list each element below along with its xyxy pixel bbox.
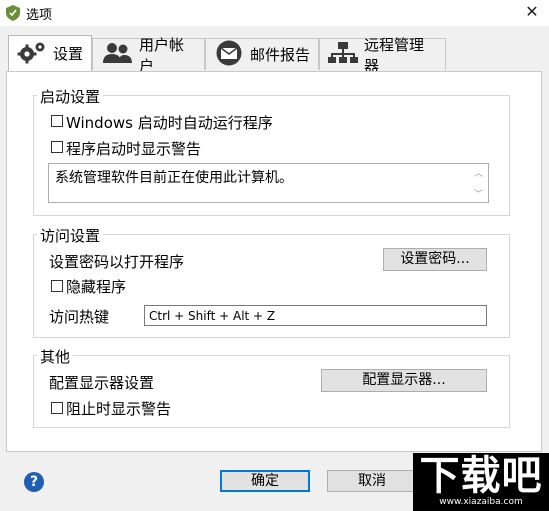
network-icon [328, 41, 358, 69]
tab-user-accounts[interactable]: 用户帐户 [92, 36, 205, 75]
tab-label: 远程管理器 [364, 35, 425, 75]
autorun-checkbox[interactable] [51, 115, 63, 127]
other-group-title: 其他 [37, 346, 74, 367]
ok-button[interactable]: 确定 [220, 470, 310, 492]
block-warning-label: 阻止时显示警告 [66, 400, 172, 418]
startup-warning-label: 程序启动时显示警告 [66, 140, 202, 158]
startup-warning-checkbox[interactable] [51, 141, 63, 153]
hotkey-label: 访问热键 [49, 308, 110, 326]
warning-message-textarea[interactable]: 系统管理软件目前正在使用此计算机。 [48, 163, 489, 203]
mail-icon [214, 40, 244, 70]
tab-remote-manager[interactable]: 远程管理器 [319, 36, 446, 75]
window-title: 选项 [26, 8, 53, 23]
watermark-logo: 下载吧 www.xiazaiba.com [413, 453, 549, 511]
tab-label: 设置 [53, 45, 84, 63]
gears-icon [17, 40, 47, 68]
users-icon [101, 42, 133, 68]
hotkey-input[interactable]: Ctrl + Shift + Alt + Z [144, 305, 487, 326]
help-icon[interactable]: ? [24, 472, 44, 492]
scroll-up-icon[interactable]: ︿ [474, 166, 483, 179]
monitor-label: 配置显示器设置 [49, 374, 155, 392]
watermark-title: 下载吧 [419, 453, 543, 499]
hide-program-label: 隐藏程序 [66, 278, 127, 296]
tab-label: 用户帐户 [139, 35, 185, 75]
cancel-button[interactable]: 取消 [327, 470, 417, 492]
tab-label: 邮件报告 [250, 46, 311, 64]
tab-mail-report[interactable]: 邮件报告 [205, 38, 319, 70]
warning-message-text: 系统管理软件目前正在使用此计算机。 [55, 170, 293, 186]
autorun-label: Windows 启动时自动运行程序 [66, 114, 273, 132]
shield-icon [6, 5, 20, 21]
block-warning-checkbox[interactable] [51, 402, 63, 414]
watermark-url: www.xiazaiba.com [439, 497, 523, 507]
hide-program-checkbox[interactable] [51, 280, 63, 292]
access-group-title: 访问设置 [37, 225, 104, 246]
scroll-down-icon[interactable]: ﹀ [474, 187, 483, 200]
configure-monitor-button[interactable]: 配置显示器... [321, 369, 487, 392]
title-bar [0, 0, 549, 26]
startup-group-title: 启动设置 [37, 86, 104, 107]
close-button[interactable]: ✕ [520, 1, 544, 23]
tab-settings[interactable]: 设置 [8, 35, 92, 71]
set-password-button[interactable]: 设置密码... [383, 248, 487, 271]
password-label: 设置密码以打开程序 [49, 253, 185, 271]
